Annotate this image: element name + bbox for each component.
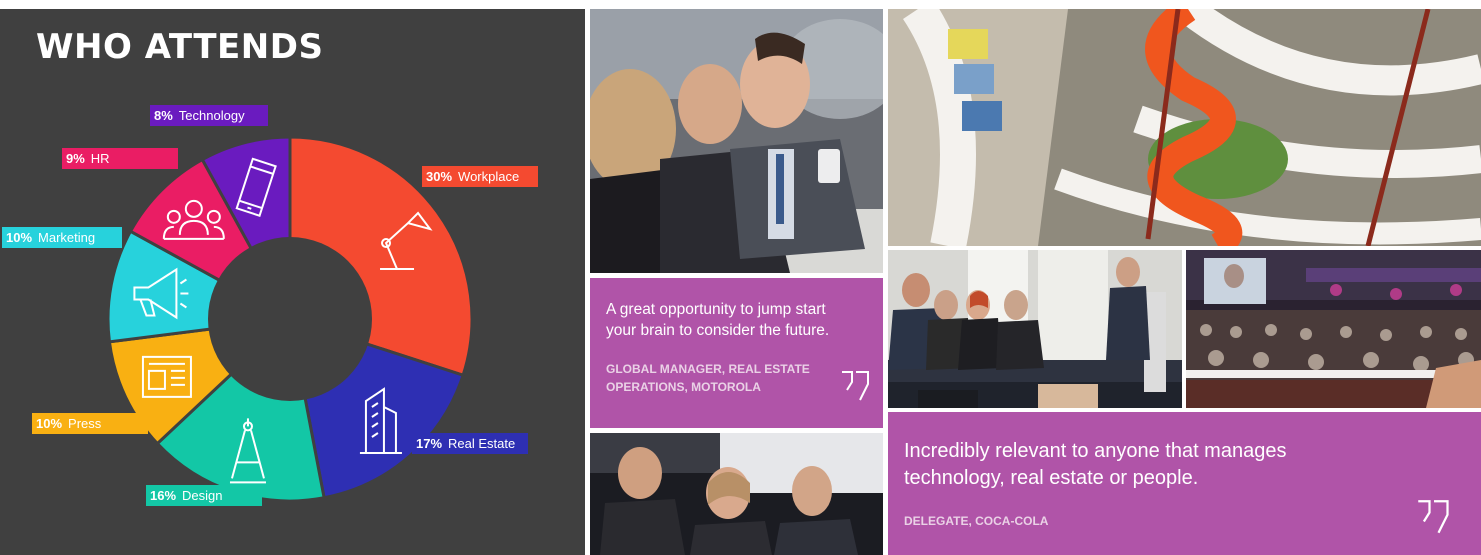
testimonial-line: technology, real estate or people. (904, 467, 1199, 489)
legend-percent: 16% (150, 488, 176, 503)
legend-label-text: 8% Technology (154, 108, 245, 123)
testimonial-text: A great opportunity to jump start your b… (606, 300, 829, 342)
testimonial-author: DELEGATE, COCA-COLA (904, 514, 1049, 528)
legend-category: Real Estate (448, 436, 515, 451)
legend-label-press: 10% Press (32, 413, 148, 434)
legend-category: HR (91, 151, 110, 166)
author-line: GLOBAL MANAGER, REAL ESTATE (606, 362, 810, 376)
chart-title: WHO ATTENDS (36, 27, 324, 67)
legend-label-hr: 9% HR (62, 148, 178, 169)
legend-label-design: 16% Design (146, 485, 262, 506)
who-attends-panel: 30% Workplace 17% Real Estate 16% Design 10% Pr… (0, 9, 585, 555)
testimonial-card-motorola: A great opportunity to jump start your b… (590, 278, 883, 428)
legend-category: Workplace (458, 169, 519, 184)
quote-mark-icon (1418, 500, 1449, 534)
legend-label-text: 30% Workplace (426, 169, 519, 184)
donut-hole (208, 237, 372, 401)
legend-category: Press (68, 416, 102, 431)
atrium-staircase-photo (888, 9, 1481, 246)
testimonial-line: your brain to consider the future. (606, 321, 830, 339)
legend-label-text: 16% Design (150, 488, 223, 503)
panel-speakers-photo (590, 433, 883, 555)
testimonial-line: Incredibly relevant to anyone that manag… (904, 440, 1287, 462)
conference-hall-photo (1186, 250, 1481, 408)
quote-mark-icon (842, 371, 869, 401)
stage-panel-photo (888, 250, 1182, 408)
testimonial-card-coca-cola: Incredibly relevant to anyone that manag… (888, 412, 1481, 555)
legend-percent: 10% (6, 230, 32, 245)
testimonial-line: A great opportunity to jump start (606, 301, 826, 318)
legend-percent: 10% (36, 416, 62, 431)
legend-label-real-estate: 17% Real Estate (412, 433, 528, 454)
audience-photo (590, 9, 883, 273)
legend-label-workplace: 30% Workplace (422, 166, 538, 187)
legend-label-technology: 8% Technology (150, 105, 268, 126)
legend-category: Technology (179, 108, 245, 123)
legend-label-text: 10% Marketing (6, 230, 95, 245)
legend-percent: 8% (154, 108, 173, 123)
legend-category: Marketing (38, 230, 95, 245)
legend-percent: 30% (426, 169, 452, 184)
legend-label-text: 17% Real Estate (416, 436, 515, 451)
legend-label-text: 10% Press (36, 416, 102, 431)
testimonial-text: Incredibly relevant to anyone that manag… (904, 438, 1286, 492)
legend-label-marketing: 10% Marketing (2, 227, 122, 248)
legend-category: Design (182, 488, 222, 503)
author-line: OPERATIONS, MOTOROLA (606, 380, 761, 394)
legend-percent: 9% (66, 151, 85, 166)
legend-percent: 17% (416, 436, 442, 451)
attendee-donut-chart: 30% Workplace 17% Real Estate 16% Design 10% Pr… (2, 105, 538, 506)
testimonial-author: GLOBAL MANAGER, REAL ESTATE OPERATIONS, … (606, 360, 810, 396)
